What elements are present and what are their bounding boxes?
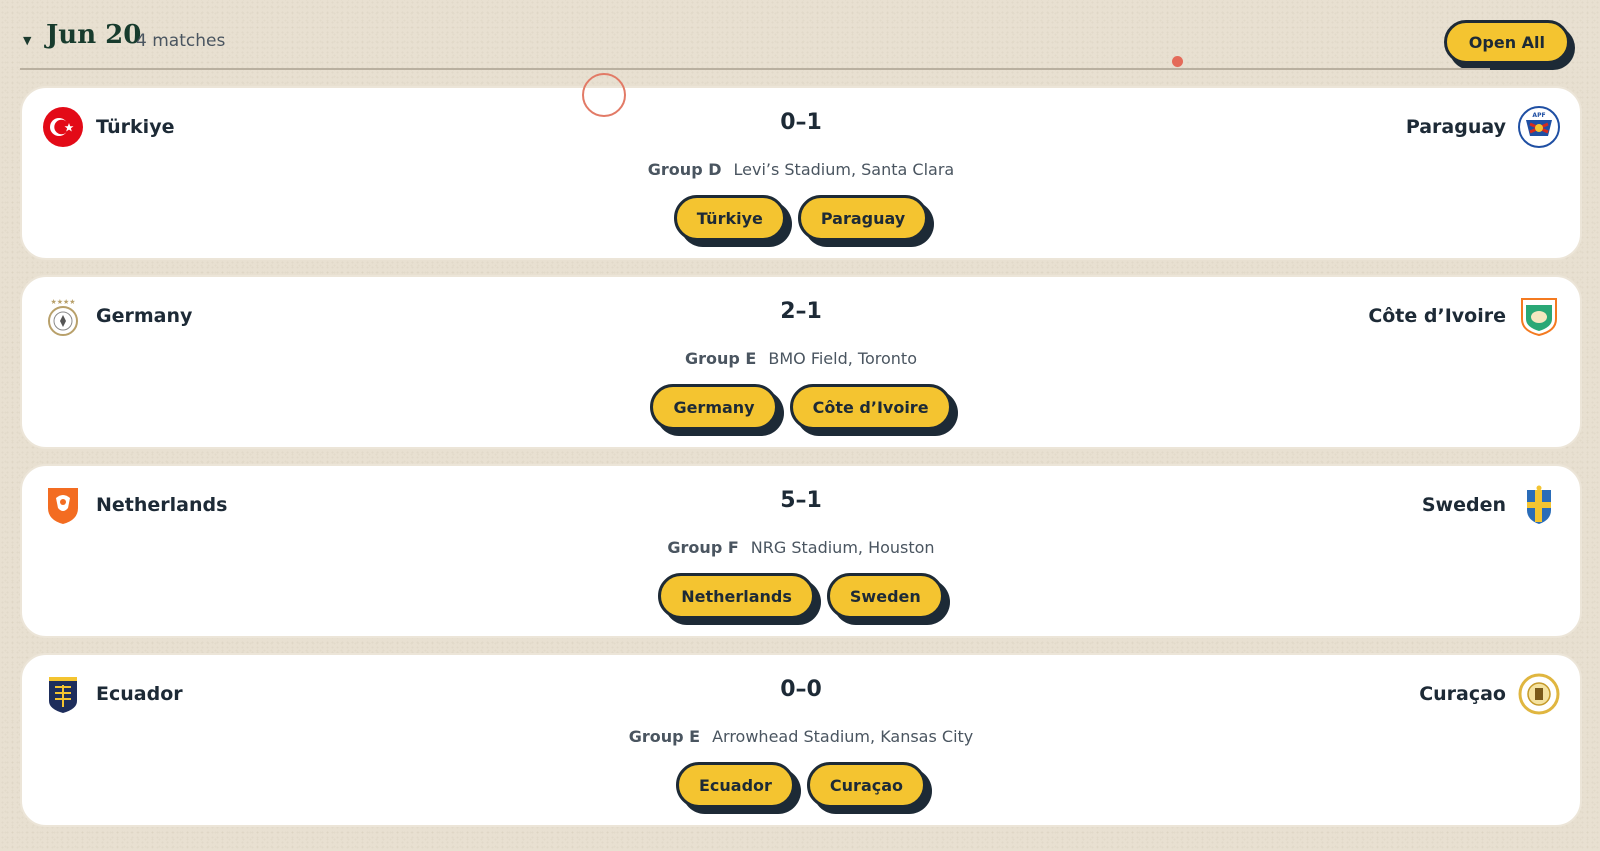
match-venue: Levi’s Stadium, Santa Clara [733, 160, 955, 179]
click-indicator-ring [582, 73, 626, 117]
match-group: Group E [685, 349, 757, 368]
match-count: 4 matches [136, 31, 226, 51]
away-team: Sweden [1422, 484, 1560, 526]
cote-divoire-crest-icon [1521, 298, 1557, 337]
match-card[interactable]: ★★★★ Germany 2–1 Côte d’Ivoire Group E BM… [20, 275, 1582, 449]
match-score: 5–1 [780, 488, 822, 513]
team-button-home[interactable]: Germany [650, 384, 778, 430]
away-team-name: Côte d’Ivoire [1368, 305, 1506, 327]
match-score: 0–0 [780, 677, 822, 702]
day-header: ▼ Jun 20 4 matches Open All [20, 14, 1580, 70]
team-button-home[interactable]: Netherlands [658, 573, 815, 619]
team-button-away[interactable]: Paraguay [797, 195, 929, 241]
match-group: Group F [667, 538, 739, 557]
match-venue: NRG Stadium, Houston [750, 538, 935, 557]
match-card[interactable]: Netherlands 5–1 Sweden Group F NRG Stadiu… [20, 464, 1582, 638]
match-card[interactable]: Ecuador 0–0 Curaçao Group E Arrowhead Sta… [20, 653, 1582, 827]
match-meta: Group E BMO Field, Toronto [22, 349, 1580, 368]
svg-text:APF: APF [1532, 112, 1545, 119]
team-button-home[interactable]: Türkiye [673, 195, 786, 241]
team-button-row: Germany Côte d’Ivoire [22, 384, 1580, 430]
match-group: Group D [647, 160, 722, 179]
curacao-crest-icon [1518, 673, 1560, 715]
cursor-marker-dot [1172, 56, 1183, 67]
match-group: Group E [628, 727, 701, 746]
team-button-away[interactable]: Curaçao [806, 762, 927, 808]
team-button-home[interactable]: Ecuador [675, 762, 795, 808]
away-team: APF Paraguay [1406, 106, 1560, 148]
team-button-away[interactable]: Côte d’Ivoire [789, 384, 952, 430]
match-meta: Group D Levi’s Stadium, Santa Clara [22, 160, 1580, 179]
header-divider [20, 68, 1490, 70]
match-meta: Group E Arrowhead Stadium, Kansas City [22, 727, 1580, 746]
open-all-button[interactable]: Open All [1443, 20, 1570, 64]
team-button-row: Ecuador Curaçao [22, 762, 1580, 808]
away-team-name: Sweden [1421, 494, 1506, 516]
team-button-row: Türkiye Paraguay [22, 195, 1580, 241]
match-list: Türkiye 0–1 APF Paraguay Group D Levi’s S… [20, 86, 1582, 842]
paraguay-crest-icon: APF [1518, 106, 1560, 148]
away-team-name: Paraguay [1405, 116, 1506, 138]
collapse-caret-icon[interactable]: ▼ [23, 34, 31, 47]
away-team-name: Curaçao [1419, 683, 1506, 705]
match-venue: BMO Field, Toronto [768, 349, 917, 368]
day-date-title: Jun 20 [46, 20, 142, 50]
team-button-row: Netherlands Sweden [22, 573, 1580, 619]
match-score: 0–1 [780, 110, 822, 135]
match-card[interactable]: Türkiye 0–1 APF Paraguay Group D Levi’s S… [20, 86, 1582, 260]
match-meta: Group F NRG Stadium, Houston [22, 538, 1580, 557]
match-score: 2–1 [780, 299, 822, 324]
away-team: Côte d’Ivoire [1368, 295, 1560, 337]
match-venue: Arrowhead Stadium, Kansas City [712, 727, 974, 746]
sweden-crest-icon [1527, 485, 1551, 524]
team-button-away[interactable]: Sweden [826, 573, 944, 619]
away-team: Curaçao [1419, 673, 1560, 715]
